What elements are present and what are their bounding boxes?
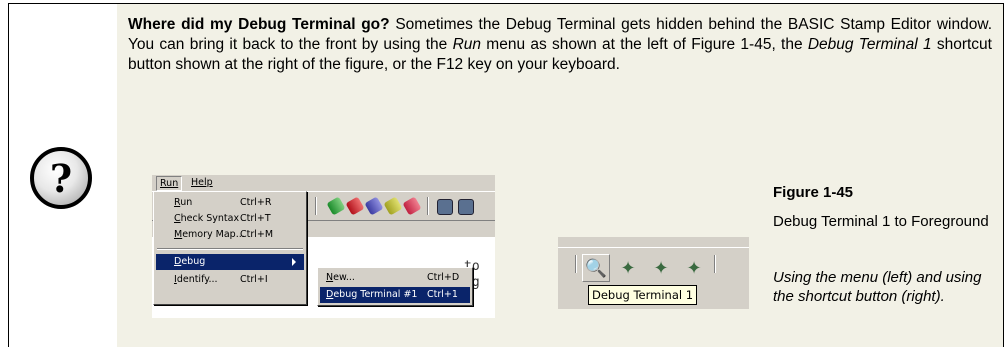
submenu-arrow-icon <box>292 258 296 266</box>
green-chip-icon[interactable] <box>326 196 346 216</box>
tip-heading: Where did my Debug Terminal go? <box>128 16 390 33</box>
tip-box: ? Where did my Debug Terminal go? Someti… <box>8 3 1004 347</box>
red-chip-icon[interactable] <box>345 196 365 216</box>
submenu-item-debug-terminal-1[interactable]: Debug Terminal #1 Ctrl+1 <box>320 287 470 303</box>
menu-item-debug[interactable]: Debug <box>156 254 304 270</box>
tip-content: Where did my Debug Terminal go? Sometime… <box>117 4 1003 347</box>
menu-item-memory-map[interactable]: Memory Map... Ctrl+M <box>156 227 304 243</box>
menu-bar: Run Help <box>152 175 495 191</box>
tip-paragraph: Where did my Debug Terminal go? Sometime… <box>128 16 992 73</box>
figure-title: Figure 1-45 <box>773 184 854 201</box>
menu-help[interactable]: Help <box>188 176 216 189</box>
yellow-chip-icon[interactable] <box>383 196 403 216</box>
debug-terminal-icon[interactable] <box>437 199 453 215</box>
debug-terminal-1-icon: 🔍 <box>584 257 608 279</box>
menu-item-identify[interactable]: Identify... Ctrl+I <box>156 272 304 288</box>
tip-sidebar: ? <box>9 4 117 347</box>
debug-terminal-1-button[interactable]: 🔍 <box>582 254 610 282</box>
debug-terminal-3-icon[interactable]: ✦ <box>647 254 675 282</box>
menu-run[interactable]: Run <box>156 176 183 191</box>
menu-item-run[interactable]: Run Ctrl+R <box>156 195 304 211</box>
question-icon: ? <box>30 147 92 209</box>
menu-separator <box>157 248 303 250</box>
debug-terminal-icon[interactable] <box>458 199 474 215</box>
toolbar-separator <box>575 255 577 273</box>
submenu-item-new[interactable]: New... Ctrl+D <box>320 270 470 286</box>
toolbar-separator <box>714 255 716 273</box>
blue-chip-icon[interactable] <box>364 196 384 216</box>
toolbar-separator <box>315 197 317 215</box>
pink-chip-icon[interactable] <box>402 196 422 216</box>
run-menu-screenshot: Run Help n. to ig s Run <box>152 175 495 318</box>
debug-terminal-4-icon[interactable]: ✦ <box>680 254 708 282</box>
tooltip: Debug Terminal 1 <box>588 285 698 305</box>
debug-submenu: New... Ctrl+D Debug Terminal #1 Ctrl+1 <box>317 267 473 306</box>
menu-item-check-syntax[interactable]: Check Syntax Ctrl+T <box>156 211 304 227</box>
toolbar-separator <box>427 197 429 215</box>
debug-terminal-2-icon[interactable]: ✦ <box>614 254 642 282</box>
figure-description: Debug Terminal 1 to Foreground <box>773 213 989 230</box>
figure-caption: Using the menu (left) and using the shor… <box>773 269 982 305</box>
run-dropdown: Run Ctrl+R Check Syntax Ctrl+T Memory Map.… <box>153 191 307 305</box>
shortcut-button-screenshot: 🔍 ✦ ✦ ✦ Debug Terminal 1 <box>558 237 749 309</box>
